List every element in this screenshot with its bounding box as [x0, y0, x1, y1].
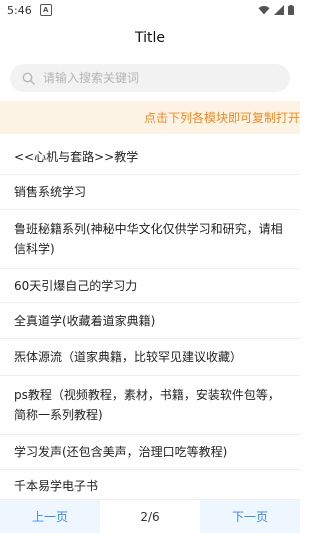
list-item[interactable]: 千本易学电子书 — [0, 470, 300, 502]
module-list: <<心机与套路>>教学 销售系统学习 鲁班秘籍系列(神秘中华文化仅供学习和研究，… — [0, 140, 300, 502]
status-time: 5:46 — [7, 3, 32, 17]
wifi-icon — [258, 6, 270, 15]
list-item-label: ps教程（视频教程，素材，书籍，安装软件包等，简称一系列教程) — [14, 388, 280, 422]
prev-page-button[interactable]: 上一页 — [0, 500, 100, 533]
list-item[interactable]: 销售系统学习 — [0, 175, 300, 210]
app-bar: Title — [0, 20, 300, 56]
list-item[interactable]: 炁体源流（道家典籍，比较罕见建议收藏） — [0, 339, 300, 376]
page-indicator: 2/6 — [140, 509, 160, 524]
list-item[interactable]: 鲁班秘籍系列(神秘中华文化仅供学习和研究，请相信科学) — [0, 210, 300, 269]
list-item-label: <<心机与套路>>教学 — [14, 150, 139, 164]
list-item-label: 学习发声(还包含美声，治理口吃等教程) — [14, 445, 228, 459]
list-item-label: 全真道学(收藏着道家典籍) — [14, 313, 156, 328]
notification-icon: A — [39, 4, 52, 16]
notice-banner: 点击下列各模块即可复制打开 — [0, 101, 300, 134]
signal-icon — [274, 5, 284, 15]
battery-icon — [288, 5, 294, 15]
list-item[interactable]: <<心机与套路>>教学 — [0, 140, 300, 175]
list-item[interactable]: ps教程（视频教程，素材，书籍，安装软件包等，简称一系列教程) — [0, 376, 300, 435]
search-input[interactable] — [43, 71, 278, 85]
notice-text: 点击下列各模块即可复制打开 — [143, 111, 300, 125]
status-bar: 5:46 A — [0, 0, 300, 20]
list-item[interactable]: 60天引爆自己的学习力 — [0, 269, 300, 303]
search-box[interactable] — [10, 64, 290, 92]
list-item-label: 鲁班秘籍系列(神秘中华文化仅供学习和研究，请相信科学) — [14, 222, 283, 256]
search-container — [0, 56, 300, 101]
next-page-button[interactable]: 下一页 — [200, 500, 300, 533]
search-icon — [22, 72, 35, 85]
page-title: Title — [134, 30, 165, 46]
list-item-label: 千本易学电子书 — [14, 479, 99, 493]
list-item-label: 60天引爆自己的学习力 — [14, 278, 138, 293]
pagination-bar: 上一页 2/6 下一页 — [0, 499, 300, 533]
list-item[interactable]: 学习发声(还包含美声，治理口吃等教程) — [0, 435, 300, 470]
list-item-label: 销售系统学习 — [14, 185, 87, 199]
list-item[interactable]: 全真道学(收藏着道家典籍) — [0, 303, 300, 339]
list-item-label: 炁体源流（道家典籍，比较罕见建议收藏） — [14, 350, 243, 364]
